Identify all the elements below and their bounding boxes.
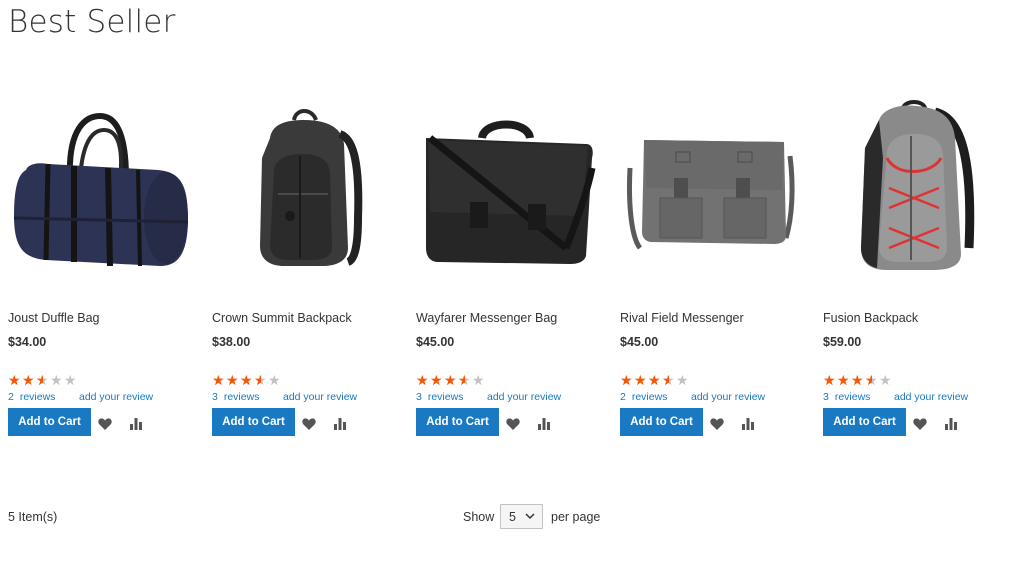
star-icon: ★ ★	[240, 373, 253, 389]
chevron-down-icon	[525, 513, 535, 520]
product-name-link[interactable]: Rival Field Messenger	[620, 311, 744, 325]
product-price: $34.00	[8, 335, 47, 349]
limiter-text: per page	[551, 510, 601, 524]
rating-stars: ★ ★ ★ ★ ★ ★ ★★	[8, 372, 80, 389]
toolbar-amount: 5 Item(s)	[8, 510, 58, 524]
product-grid: Joust Duffle Bag $34.00 ★ ★ ★ ★ ★ ★ ★★ 2 review…	[0, 0, 1024, 470]
heart-icon[interactable]	[506, 418, 520, 430]
product-name-link[interactable]: Crown Summit Backpack	[212, 311, 352, 325]
reviews-count: 2	[8, 391, 14, 403]
star-icon: ★ ★	[254, 373, 267, 389]
limiter-label: Show	[463, 510, 495, 524]
add-to-cart-button[interactable]: Add to Cart	[620, 408, 703, 436]
add-review-link[interactable]: add your review	[487, 391, 561, 403]
star-icon: ★ ★	[620, 373, 633, 389]
add-to-cart-button[interactable]: Add to Cart	[212, 408, 295, 436]
product-price: $38.00	[212, 335, 251, 349]
star-icon: ★ ★	[226, 373, 239, 389]
product-item: Wayfarer Messenger Bag $45.00 ★ ★ ★ ★ ★ ★ ★ ★ ★ …	[416, 0, 616, 470]
star-icon: ★ ★	[458, 373, 471, 389]
reviews-label: reviews	[834, 391, 871, 403]
messenger-bag-image[interactable]	[416, 98, 606, 278]
rating-stars: ★ ★ ★ ★ ★ ★ ★ ★ ★	[212, 372, 284, 389]
heart-icon[interactable]	[913, 418, 927, 430]
reviews-link[interactable]: 3 reviews	[416, 391, 463, 403]
limiter-select[interactable]: 5	[500, 504, 543, 529]
add-review-link[interactable]: add your review	[894, 391, 968, 403]
star-icon: ★ ★	[444, 373, 457, 389]
compare-icon[interactable]	[333, 418, 347, 430]
duffle-bag-image[interactable]	[8, 98, 198, 278]
heart-icon[interactable]	[710, 418, 724, 430]
star-icon: ★ ★	[8, 373, 21, 389]
reviews-link[interactable]: 3 reviews	[212, 391, 259, 403]
rating-stars: ★ ★ ★ ★ ★ ★ ★ ★ ★	[620, 372, 692, 389]
star-icon: ★ ★	[851, 373, 864, 389]
star-icon: ★ ★	[22, 373, 35, 389]
star-icon: ★ ★	[634, 373, 647, 389]
star-icon: ★ ★	[648, 373, 661, 389]
product-name-link[interactable]: Fusion Backpack	[823, 311, 918, 325]
star-icon: ★ ★	[430, 373, 443, 389]
star-icon: ★ ★	[416, 373, 429, 389]
reviews-count: 2	[620, 391, 626, 403]
heart-icon[interactable]	[98, 418, 112, 430]
reviews-count: 3	[212, 391, 218, 403]
star-icon: ★ ★	[662, 373, 675, 389]
reviews-label: reviews	[427, 391, 464, 403]
reviews-link[interactable]: 3 reviews	[823, 391, 870, 403]
product-name-link[interactable]: Joust Duffle Bag	[8, 311, 100, 325]
reviews-link[interactable]: 2 reviews	[8, 391, 55, 403]
product-item: Joust Duffle Bag $34.00 ★ ★ ★ ★ ★ ★ ★★ 2 review…	[8, 0, 208, 470]
star-icon: ★ ★	[865, 373, 878, 389]
heart-icon[interactable]	[302, 418, 316, 430]
add-to-cart-button[interactable]: Add to Cart	[8, 408, 91, 436]
star-icon: ★ ★	[823, 373, 836, 389]
star-icon: ★ ★	[36, 373, 49, 389]
add-review-link[interactable]: add your review	[283, 391, 357, 403]
product-name-link[interactable]: Wayfarer Messenger Bag	[416, 311, 557, 325]
star-icon: ★	[472, 373, 485, 389]
compare-icon[interactable]	[537, 418, 551, 430]
reviews-link[interactable]: 2 reviews	[620, 391, 667, 403]
add-review-link[interactable]: add your review	[691, 391, 765, 403]
compare-icon[interactable]	[741, 418, 755, 430]
product-price: $45.00	[620, 335, 659, 349]
product-item: Rival Field Messenger $45.00 ★ ★ ★ ★ ★ ★ ★ ★ ★ 2…	[620, 0, 820, 470]
star-icon: ★	[268, 373, 281, 389]
reviews-count: 3	[823, 391, 829, 403]
reviews-count: 3	[416, 391, 422, 403]
backpack-image[interactable]	[212, 98, 402, 278]
product-price: $45.00	[416, 335, 455, 349]
fusion-backpack-image[interactable]	[823, 98, 1013, 278]
rating-stars: ★ ★ ★ ★ ★ ★ ★ ★ ★	[823, 372, 895, 389]
rating-stars: ★ ★ ★ ★ ★ ★ ★ ★ ★	[416, 372, 488, 389]
limiter-value: 5	[509, 510, 516, 524]
product-item: Crown Summit Backpack $38.00 ★ ★ ★ ★ ★ ★ ★ ★ ★ 3…	[212, 0, 412, 470]
star-icon: ★	[64, 373, 77, 389]
add-review-link[interactable]: add your review	[79, 391, 153, 403]
star-icon: ★	[879, 373, 892, 389]
field-messenger-image[interactable]	[620, 98, 810, 278]
star-icon: ★	[50, 373, 63, 389]
add-to-cart-button[interactable]: Add to Cart	[823, 408, 906, 436]
reviews-label: reviews	[631, 391, 668, 403]
compare-icon[interactable]	[944, 418, 958, 430]
star-icon: ★ ★	[212, 373, 225, 389]
product-price: $59.00	[823, 335, 862, 349]
star-icon: ★	[676, 373, 689, 389]
product-item: Fusion Backpack $59.00 ★ ★ ★ ★ ★ ★ ★ ★ ★ 3 review…	[823, 0, 1023, 470]
reviews-label: reviews	[19, 391, 56, 403]
add-to-cart-button[interactable]: Add to Cart	[416, 408, 499, 436]
reviews-label: reviews	[223, 391, 260, 403]
compare-icon[interactable]	[129, 418, 143, 430]
star-icon: ★ ★	[837, 373, 850, 389]
